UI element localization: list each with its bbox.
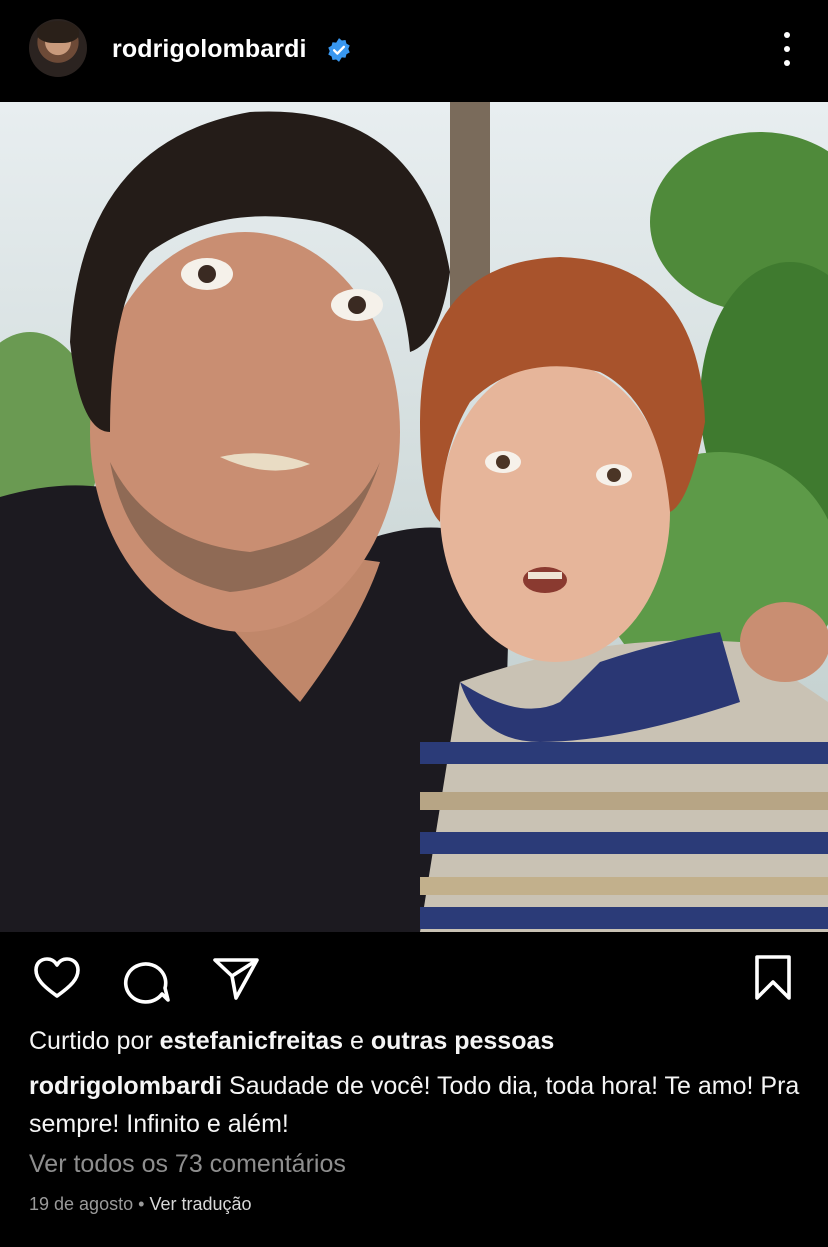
more-options-icon[interactable] (777, 30, 797, 68)
caption-author[interactable]: rodrigolombardi (29, 1072, 222, 1100)
verified-badge-icon (328, 38, 350, 62)
post-meta: 19 de agosto • Ver tradução (29, 1194, 252, 1215)
post-header: rodrigolombardi (0, 0, 828, 102)
photo-illustration (0, 102, 828, 932)
likes-connector: e (350, 1027, 364, 1055)
bookmark-icon[interactable] (752, 954, 794, 1002)
comment-icon[interactable] (122, 956, 172, 1004)
likes-prefix: Curtido por (29, 1027, 153, 1055)
likes-summary[interactable]: Curtido por estefanicfreitas e outras pe… (29, 1027, 554, 1056)
post-username[interactable]: rodrigolombardi (112, 35, 307, 64)
post-actions (0, 932, 828, 1017)
heart-icon[interactable] (33, 956, 81, 1000)
liker-username[interactable]: estefanicfreitas (160, 1027, 343, 1055)
avatar[interactable] (29, 19, 87, 77)
view-comments-link[interactable]: Ver todos os 73 comentários (29, 1150, 346, 1179)
post-photo[interactable] (0, 102, 828, 932)
post-caption: rodrigolombardi Saudade de você! Todo di… (29, 1067, 809, 1143)
share-icon[interactable] (212, 956, 260, 1002)
translate-link[interactable]: Ver tradução (149, 1194, 251, 1214)
meta-separator: • (138, 1194, 145, 1214)
post-date: 19 de agosto (29, 1194, 134, 1214)
likes-others[interactable]: outras pessoas (371, 1027, 554, 1055)
